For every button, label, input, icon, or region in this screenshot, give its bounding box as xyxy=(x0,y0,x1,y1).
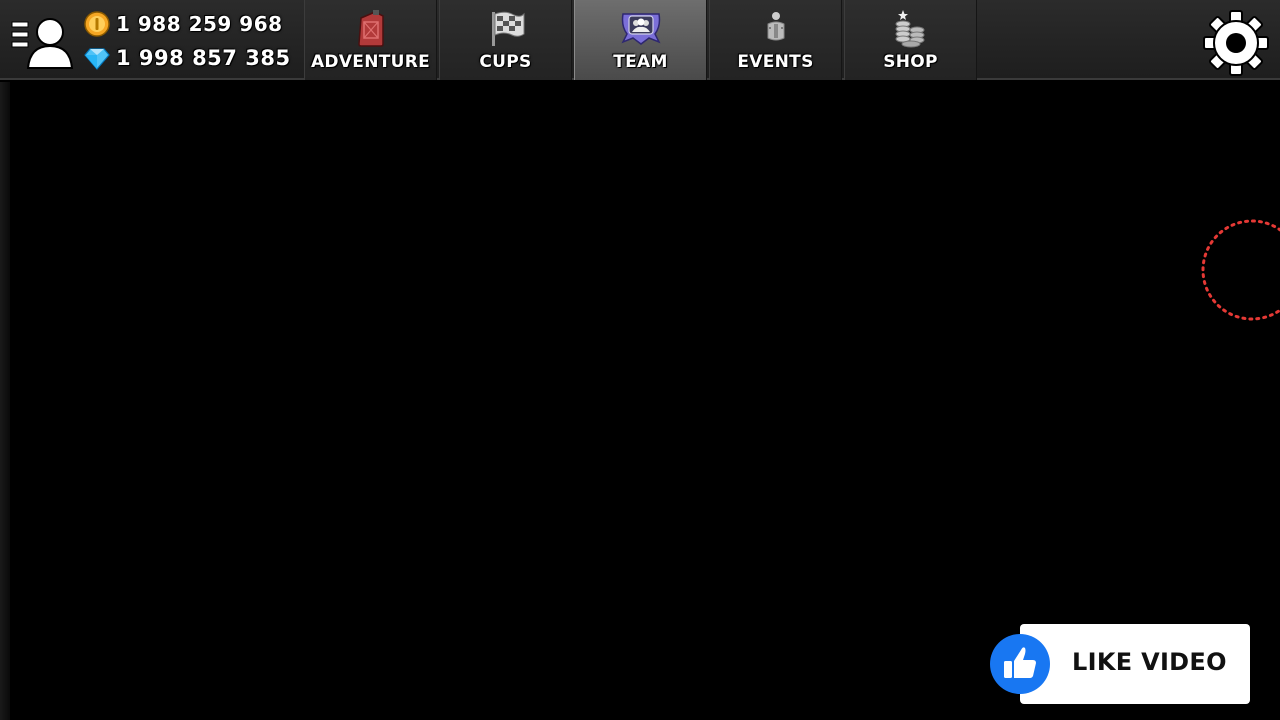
coin-counter: 1 988 259 968 xyxy=(84,10,283,38)
profile-menu-button[interactable] xyxy=(10,12,76,70)
gem-icon xyxy=(84,48,110,70)
tab-adventure[interactable]: ADVENTURE xyxy=(304,0,437,80)
tab-team-label: TEAM xyxy=(613,52,668,72)
gear-icon xyxy=(1203,10,1269,76)
coin-stack-icon xyxy=(895,10,924,48)
tab-shop[interactable]: SHOP xyxy=(844,0,977,80)
events-icon xyxy=(767,12,784,41)
tab-shop-label: SHOP xyxy=(883,52,938,72)
tab-adventure-label: ADVENTURE xyxy=(310,52,431,72)
loading-spinner-icon xyxy=(1201,219,1280,321)
tab-events-label: EVENTS xyxy=(737,52,814,72)
left-edge-panel xyxy=(0,82,10,720)
game-screen: 1 988 259 968 1 998 857 385 ADVENTURE CU… xyxy=(0,0,1280,720)
tab-team[interactable]: TEAM xyxy=(574,0,707,80)
checkered-flag-icon xyxy=(491,11,524,46)
coin-icon xyxy=(84,11,110,37)
fuel-can-icon xyxy=(357,10,384,47)
team-badge-icon xyxy=(620,13,661,45)
like-video-label: LIKE VIDEO xyxy=(1072,648,1227,676)
profile-menu-icon xyxy=(11,18,74,69)
settings-button[interactable] xyxy=(1200,8,1272,80)
tab-cups[interactable]: CUPS xyxy=(439,0,572,80)
thumbs-up-icon xyxy=(990,634,1050,694)
gem-counter: 1 998 857 385 xyxy=(84,44,291,72)
gem-amount: 1 998 857 385 xyxy=(116,46,291,70)
tab-events[interactable]: EVENTS xyxy=(709,0,842,80)
like-video-button[interactable]: LIKE VIDEO xyxy=(988,624,1250,704)
top-bar: 1 988 259 968 1 998 857 385 ADVENTURE CU… xyxy=(0,0,1280,80)
main-nav-tabs: ADVENTURE CUPS TEAM EVENTS SHOP xyxy=(304,0,979,80)
coin-amount: 1 988 259 968 xyxy=(116,12,283,36)
tab-cups-label: CUPS xyxy=(479,52,532,72)
